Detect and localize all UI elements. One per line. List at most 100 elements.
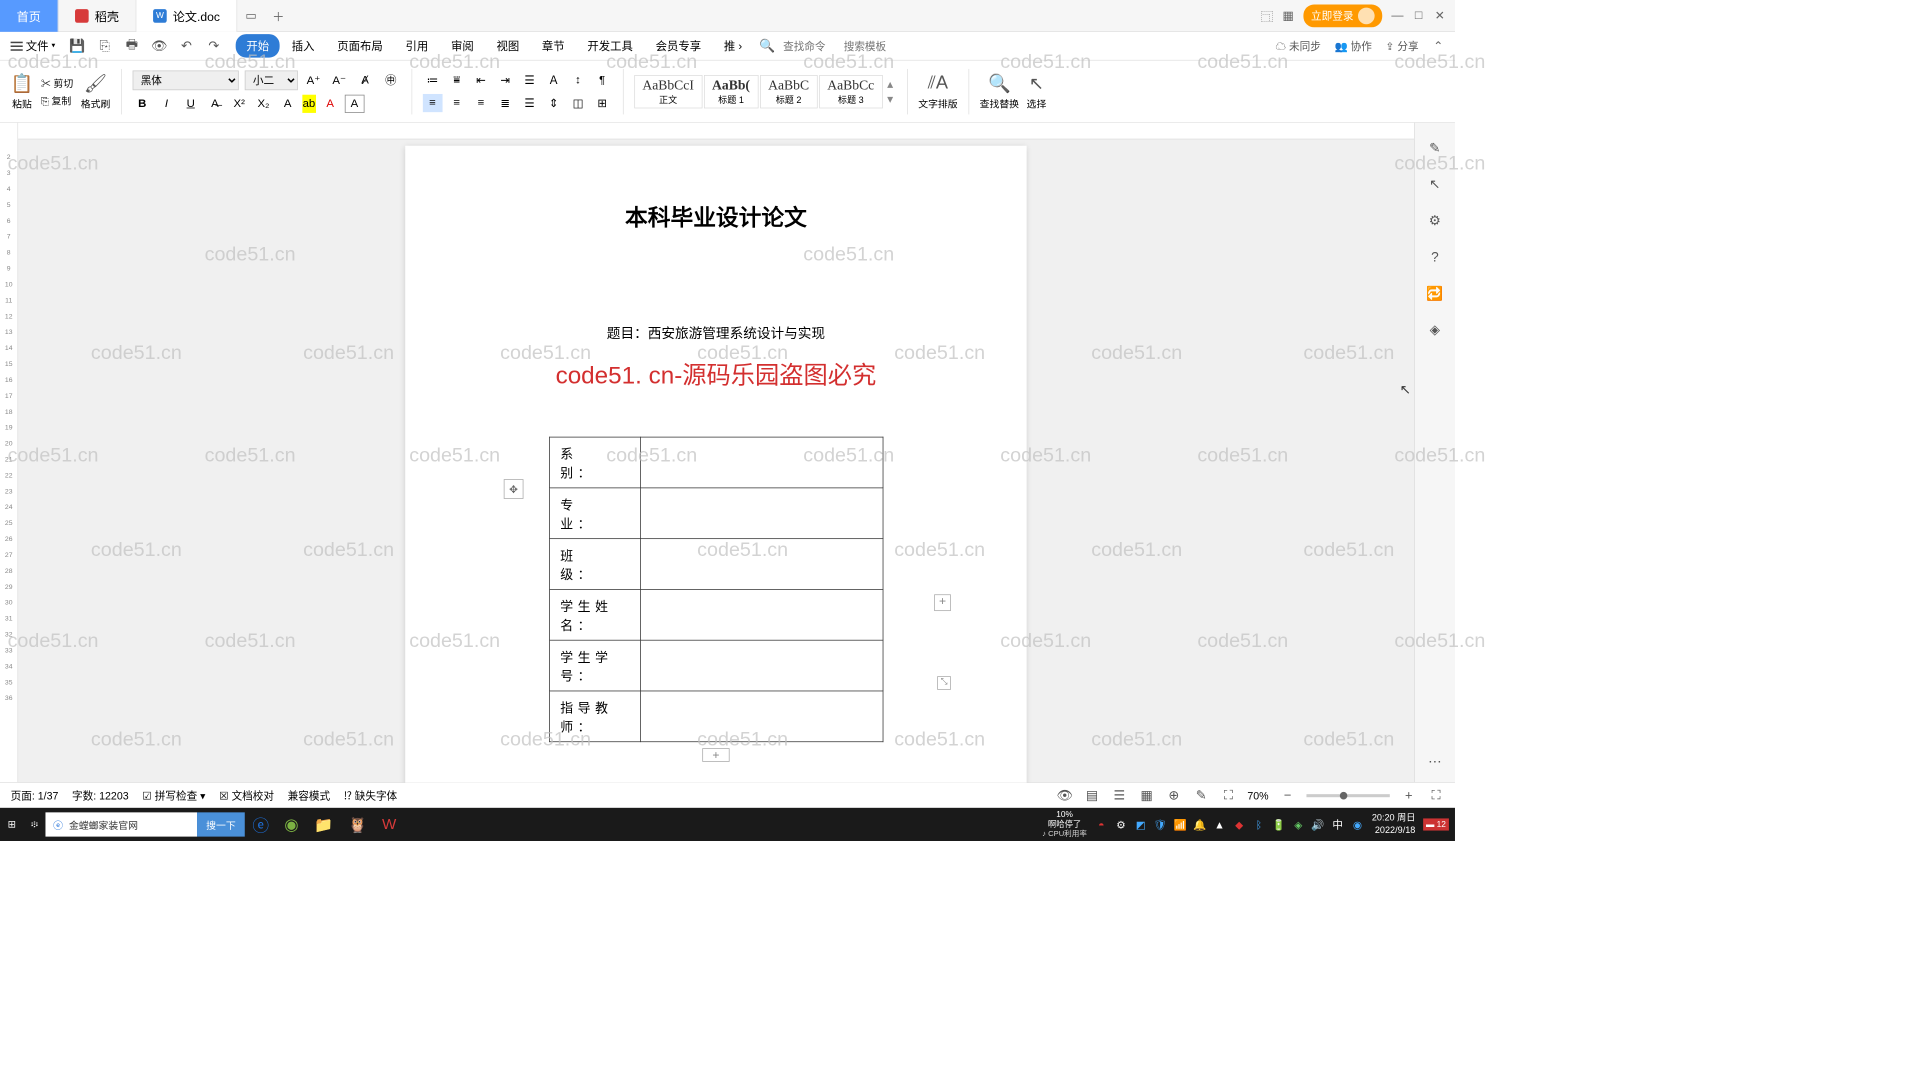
style-normal[interactable]: AaBbCcI正文 xyxy=(634,75,702,108)
tab-review[interactable]: 审阅 xyxy=(440,34,484,57)
style-h3[interactable]: AaBbCc标题 3 xyxy=(819,75,883,108)
cut-button[interactable]: ✂ 剪切 xyxy=(41,75,73,89)
tab-document[interactable]: W论文.doc xyxy=(136,0,237,31)
collab-button[interactable]: 👥 协作 xyxy=(1335,38,1372,53)
grow-font-icon[interactable]: A⁺ xyxy=(304,71,324,89)
zoom-slider[interactable] xyxy=(1306,794,1389,797)
tray6-icon[interactable]: ▲ xyxy=(1213,818,1227,832)
line-spacing-icon[interactable]: ↕ xyxy=(568,71,588,89)
clear-format-icon[interactable]: Ⱥ xyxy=(355,71,375,89)
explorer-app-icon[interactable]: 📁 xyxy=(306,808,340,841)
save-icon[interactable]: 💾 xyxy=(69,38,86,55)
battery-icon[interactable]: 🔋 xyxy=(1272,818,1286,832)
bullets-icon[interactable]: ≔ xyxy=(423,71,443,89)
ie-app-icon[interactable]: ⓔ xyxy=(245,808,277,841)
underline-button[interactable]: U xyxy=(181,94,201,112)
sort-icon[interactable]: ☰ xyxy=(520,71,540,89)
export-icon[interactable]: ⎘ xyxy=(96,38,113,55)
font-color-button[interactable]: A xyxy=(320,94,340,112)
subscript-button[interactable]: X₂ xyxy=(254,94,274,112)
zoom-out-icon[interactable]: − xyxy=(1279,787,1296,804)
maximize-icon[interactable]: □ xyxy=(1413,9,1425,21)
bell-icon[interactable]: 🔔 xyxy=(1193,818,1207,832)
bluetooth-icon[interactable]: ᛒ xyxy=(1252,818,1266,832)
shading-icon[interactable]: ◫ xyxy=(568,94,588,112)
justify-icon[interactable]: ≣ xyxy=(495,94,515,112)
numbering-icon[interactable]: ⩸ xyxy=(447,71,467,89)
tab-more[interactable]: 推 › xyxy=(713,34,753,57)
collapse-ribbon-icon[interactable]: ⌃ xyxy=(1432,40,1444,52)
tab-vip[interactable]: 会员专享 xyxy=(645,34,712,57)
minimize-icon[interactable]: — xyxy=(1391,9,1403,21)
distribute-icon[interactable]: ☰ xyxy=(520,94,540,112)
align-left-icon[interactable]: ≡ xyxy=(423,94,443,112)
file-menu[interactable]: 文件▾ xyxy=(11,38,56,54)
page-view-icon[interactable]: ▤ xyxy=(1084,787,1101,804)
zoom-value[interactable]: 70% xyxy=(1247,789,1268,801)
compat-mode[interactable]: 兼容模式 xyxy=(288,788,330,803)
copilot-icon[interactable]: ፨ xyxy=(23,808,45,841)
tab-docshell[interactable]: 稻壳 xyxy=(58,0,136,31)
strike-button[interactable]: A̶ xyxy=(205,94,225,112)
table-move-handle[interactable]: ✥ xyxy=(504,479,524,499)
search-go-button[interactable]: 搜一下 xyxy=(197,812,245,836)
style-down-icon[interactable]: ▾ xyxy=(887,91,893,106)
field-major[interactable]: 专 业： xyxy=(549,488,640,539)
format-brush[interactable]: 🖌格式刷 xyxy=(81,72,111,111)
wps-app-icon[interactable]: W xyxy=(374,808,403,841)
field-class[interactable]: 班 级： xyxy=(549,538,640,589)
fullscreen-icon[interactable]: ⛶ xyxy=(1428,787,1445,804)
char-border-button[interactable]: A xyxy=(345,94,365,112)
tray3-icon[interactable]: ◩ xyxy=(1134,818,1148,832)
tab-start[interactable]: 开始 xyxy=(236,34,280,57)
field-id[interactable]: 学生学号： xyxy=(549,640,640,691)
select-button[interactable]: ↖选择 xyxy=(1025,72,1048,111)
text-effect-button[interactable]: A xyxy=(278,94,298,112)
find-replace[interactable]: 🔍查找替换 xyxy=(980,72,1019,111)
superscript-button[interactable]: X² xyxy=(229,94,249,112)
spellcheck-toggle[interactable]: ☑ 拼写检查 ▾ xyxy=(142,788,205,803)
tray1-icon[interactable]: ◓ xyxy=(1094,818,1108,832)
tab-chapter[interactable]: 章节 xyxy=(531,34,575,57)
tray9-icon[interactable]: ◈ xyxy=(1292,818,1306,832)
tab-reference[interactable]: 引用 xyxy=(395,34,439,57)
command-search[interactable] xyxy=(783,38,836,55)
translate-icon[interactable]: 🔁 xyxy=(1425,283,1445,303)
pencil-icon[interactable]: ✎ xyxy=(1425,138,1445,158)
shield-icon[interactable]: 🛡 xyxy=(1154,818,1168,832)
document-canvas[interactable]: 本科毕业设计论文 题目：西安旅游管理系统设计与实现 code51. cn-源码乐… xyxy=(18,123,1414,782)
borders-icon[interactable]: ⊞ xyxy=(592,94,612,112)
cpu-widget[interactable]: 10% 啊哈停了 ♪ CPU利用率 xyxy=(1042,810,1087,839)
grid-icon[interactable]: ▦ xyxy=(1282,9,1294,21)
tab-insert[interactable]: 插入 xyxy=(281,34,325,57)
tab-layout[interactable]: 页面布局 xyxy=(327,34,394,57)
word-count[interactable]: 字数: 12203 xyxy=(72,788,129,803)
redo-icon[interactable]: ↷ xyxy=(205,38,222,55)
table-resize-handle[interactable]: ⤡ xyxy=(937,676,951,690)
login-button[interactable]: 立即登录 xyxy=(1303,4,1382,27)
highlight-button[interactable]: ab xyxy=(302,94,316,112)
tray2-icon[interactable]: ⚙ xyxy=(1114,818,1128,832)
tray7-icon[interactable]: ◆ xyxy=(1232,818,1246,832)
web-view-icon[interactable]: ▦ xyxy=(1138,787,1155,804)
more-icon[interactable]: ⋯ xyxy=(1425,752,1445,772)
sync-status[interactable]: ☁ 未同步 xyxy=(1275,38,1320,53)
field-advisor[interactable]: 指导教师： xyxy=(549,691,640,742)
help-icon[interactable]: ? xyxy=(1425,247,1445,267)
edit-icon[interactable]: ✎ xyxy=(1193,787,1210,804)
tab-view[interactable]: 视图 xyxy=(486,34,530,57)
indent-icon[interactable]: ⇥ xyxy=(495,71,515,89)
size-select[interactable]: 小二 xyxy=(245,70,298,90)
volume-icon[interactable]: 🔊 xyxy=(1311,818,1325,832)
tab-options[interactable]: ▭ xyxy=(237,0,264,31)
paste-button[interactable]: 📋粘贴 xyxy=(11,72,34,111)
add-row-icon[interactable]: + xyxy=(702,748,729,762)
app4-icon[interactable]: 🦉 xyxy=(340,808,374,841)
tray10-icon[interactable]: ◉ xyxy=(1351,818,1365,832)
close-icon[interactable]: ✕ xyxy=(1434,9,1446,21)
field-name[interactable]: 学生姓名： xyxy=(549,589,640,640)
slider-icon[interactable]: ⚙ xyxy=(1425,211,1445,231)
eye-icon[interactable]: 👁 xyxy=(1056,787,1073,804)
preview-icon[interactable]: 👁 xyxy=(151,38,168,55)
italic-button[interactable]: I xyxy=(157,94,177,112)
